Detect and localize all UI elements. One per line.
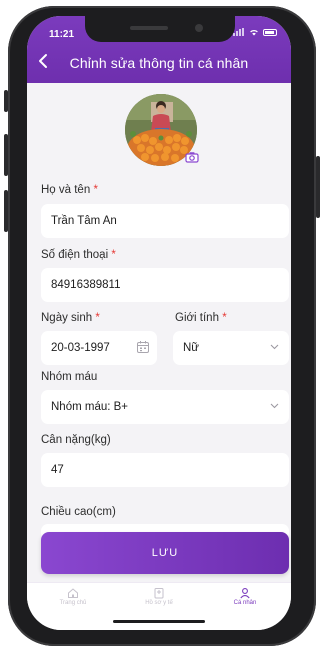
birthday-value: 20-03-1997 — [51, 342, 110, 354]
height-label: Chiều cao(cm) — [41, 506, 116, 518]
blood-type-label: Nhóm máu — [41, 371, 98, 383]
chevron-down-icon — [270, 403, 279, 409]
phone-mute-switch — [4, 90, 8, 112]
gender-label: Giới tính * — [175, 312, 227, 324]
medical-record-icon — [154, 588, 164, 599]
birthday-label-text: Ngày sinh — [41, 312, 93, 324]
battery-icon — [263, 28, 277, 36]
phone-field[interactable]: 84916389811 — [41, 268, 289, 302]
tab-personal-label: Cá nhân — [233, 600, 257, 606]
full-name-label-text: Họ và tên — [41, 184, 91, 196]
weight-label: Cân nặng(kg) — [41, 434, 111, 446]
gender-label-text: Giới tính — [175, 312, 219, 324]
gender-select[interactable]: Nữ — [173, 331, 289, 365]
required-marker: * — [93, 184, 98, 196]
phone-power-button — [316, 156, 320, 218]
calendar-icon[interactable] — [136, 340, 150, 354]
weight-field[interactable]: 47 — [41, 453, 289, 487]
tab-home-label: Trang chủ — [59, 600, 87, 606]
birthday-field[interactable]: 20-03-1997 — [41, 331, 157, 365]
required-marker: * — [222, 312, 227, 324]
blood-type-select[interactable]: Nhóm máu: B+ — [41, 390, 289, 424]
speaker-grille — [130, 26, 168, 30]
gender-value: Nữ — [183, 342, 200, 354]
home-indicator — [113, 620, 205, 623]
tab-medical-record-label: Hồ sơ y tế — [145, 600, 173, 606]
save-button[interactable]: LƯU — [41, 532, 289, 574]
tab-home[interactable]: Trang chủ — [33, 587, 113, 606]
phone-label-text: Số điện thoại — [41, 249, 109, 261]
phone-notch — [85, 16, 235, 42]
required-marker: * — [111, 249, 116, 261]
page-title: Chỉnh sửa thông tin cá nhân — [69, 55, 249, 71]
full-name-label: Họ và tên * — [41, 184, 98, 196]
status-icons — [233, 28, 277, 36]
tab-medical-record[interactable]: Hồ sơ y tế — [119, 587, 199, 606]
birthday-label: Ngày sinh * — [41, 312, 100, 324]
phone-volume-down — [4, 190, 8, 232]
blood-type-value: Nhóm máu: B+ — [51, 401, 129, 413]
tab-personal[interactable]: Cá nhân — [205, 587, 285, 606]
app-screen: 11:21 Chỉnh sửa thông tin cá nhân Họ và … — [27, 16, 291, 630]
chevron-down-icon — [270, 344, 279, 350]
phone-volume-up — [4, 134, 8, 176]
wifi-icon — [250, 30, 258, 36]
camera-icon[interactable] — [185, 151, 199, 163]
front-camera — [195, 24, 203, 32]
status-time: 11:21 — [49, 29, 75, 40]
home-icon — [68, 588, 78, 598]
full-name-field[interactable]: Trần Tâm An — [41, 204, 289, 238]
cellular-signal-icon — [233, 28, 245, 36]
required-marker: * — [95, 312, 100, 324]
person-icon — [240, 588, 250, 599]
phone-label: Số điện thoại * — [41, 249, 116, 261]
